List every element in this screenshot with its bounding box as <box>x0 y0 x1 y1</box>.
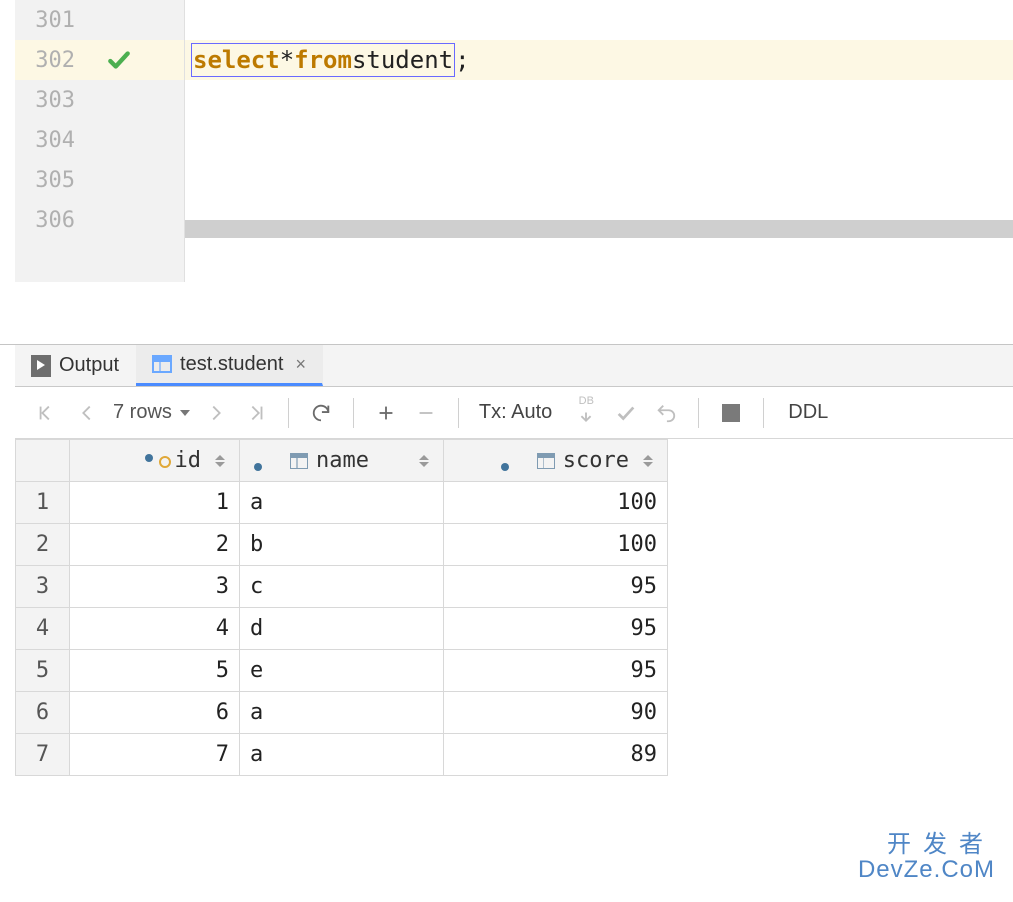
row-number[interactable]: 1 <box>16 482 70 524</box>
prev-page-button[interactable] <box>69 395 105 431</box>
grid-toolbar: 7 rows Tx: Auto DB DDL <box>15 387 1013 439</box>
watermark: 开发者 DevZe.CoM <box>858 832 995 882</box>
cell-score[interactable]: 95 <box>444 650 668 692</box>
cell-name[interactable]: a <box>240 482 444 524</box>
table-row[interactable]: 55e95 <box>16 650 668 692</box>
gutter-line-number: 301 <box>27 8 75 33</box>
cell-name[interactable]: d <box>240 608 444 650</box>
cell-score[interactable]: 95 <box>444 566 668 608</box>
cell-score[interactable]: 95 <box>444 608 668 650</box>
table-row[interactable]: 44d95 <box>16 608 668 650</box>
tab-result-table[interactable]: test.student × <box>136 345 323 386</box>
submit-button[interactable] <box>608 395 644 431</box>
cell-name[interactable]: b <box>240 524 444 566</box>
column-dot-icon <box>254 451 276 471</box>
run-ok-icon <box>105 46 133 74</box>
stop-button[interactable] <box>713 395 749 431</box>
primary-key-icon <box>145 451 167 471</box>
tab-label: test.student <box>180 353 283 376</box>
column-header-name[interactable]: name <box>240 440 444 482</box>
row-number[interactable]: 6 <box>16 692 70 734</box>
row-number[interactable]: 2 <box>16 524 70 566</box>
last-page-button[interactable] <box>238 395 274 431</box>
grid-corner[interactable] <box>16 440 70 482</box>
cell-id[interactable]: 3 <box>70 566 240 608</box>
cell-id[interactable]: 7 <box>70 734 240 776</box>
chevron-down-icon <box>180 410 190 416</box>
cell-score[interactable]: 100 <box>444 524 668 566</box>
column-header-id[interactable]: id <box>70 440 240 482</box>
gutter-line-number: 306 <box>27 208 75 233</box>
reload-button[interactable] <box>303 395 339 431</box>
tab-output[interactable]: Output <box>15 345 136 386</box>
cell-score[interactable]: 100 <box>444 482 668 524</box>
editor-hscrollbar[interactable] <box>185 220 1013 238</box>
gutter-line-number: 302 <box>27 48 75 73</box>
tx-mode-dropdown[interactable]: Tx: Auto <box>473 401 564 424</box>
remove-row-button[interactable] <box>408 395 444 431</box>
cell-id[interactable]: 2 <box>70 524 240 566</box>
sql-editor[interactable]: 301 302 303 304 305 306 select * from st… <box>0 0 1013 282</box>
sort-icon[interactable] <box>419 455 429 467</box>
output-icon <box>31 356 51 376</box>
editor-gutter: 301 302 303 304 305 306 <box>15 0 185 282</box>
sql-keyword: select <box>193 46 280 74</box>
table-row[interactable]: 66a90 <box>16 692 668 734</box>
gutter-line-number: 303 <box>27 88 75 113</box>
add-row-button[interactable] <box>368 395 404 431</box>
row-number[interactable]: 7 <box>16 734 70 776</box>
table-row[interactable]: 11a100 <box>16 482 668 524</box>
db-commit-button[interactable]: DB <box>568 395 604 431</box>
result-grid[interactable]: id name score <box>15 439 1013 776</box>
cell-id[interactable]: 6 <box>70 692 240 734</box>
cell-id[interactable]: 5 <box>70 650 240 692</box>
cell-name[interactable]: a <box>240 692 444 734</box>
table-row[interactable]: 22b100 <box>16 524 668 566</box>
next-page-button[interactable] <box>198 395 234 431</box>
close-icon[interactable]: × <box>295 354 306 375</box>
sort-icon[interactable] <box>215 455 225 467</box>
cell-name[interactable]: a <box>240 734 444 776</box>
cell-id[interactable]: 1 <box>70 482 240 524</box>
row-number[interactable]: 5 <box>16 650 70 692</box>
row-number[interactable]: 4 <box>16 608 70 650</box>
gutter-line-number: 305 <box>27 168 75 193</box>
cell-id[interactable]: 4 <box>70 608 240 650</box>
table-row[interactable]: 77a89 <box>16 734 668 776</box>
table-row[interactable]: 33c95 <box>16 566 668 608</box>
result-tabs: Output test.student × <box>15 345 1013 387</box>
column-type-icon <box>290 453 308 469</box>
row-number[interactable]: 3 <box>16 566 70 608</box>
stop-icon <box>722 404 740 422</box>
cell-score[interactable]: 89 <box>444 734 668 776</box>
rows-count-dropdown[interactable]: 7 rows <box>109 401 194 424</box>
column-type-icon <box>537 453 555 469</box>
revert-button[interactable] <box>648 395 684 431</box>
tab-label: Output <box>59 354 119 377</box>
sql-statement-selection[interactable]: select * from student <box>191 43 455 77</box>
column-header-score[interactable]: score <box>444 440 668 482</box>
cell-name[interactable]: e <box>240 650 444 692</box>
gutter-line-number: 304 <box>27 128 75 153</box>
column-dot-icon <box>501 451 523 471</box>
ddl-button[interactable]: DDL <box>778 401 838 424</box>
sort-icon[interactable] <box>643 455 653 467</box>
first-page-button[interactable] <box>29 395 65 431</box>
sql-keyword: from <box>294 46 352 74</box>
cell-name[interactable]: c <box>240 566 444 608</box>
table-icon <box>152 354 172 374</box>
cell-score[interactable]: 90 <box>444 692 668 734</box>
